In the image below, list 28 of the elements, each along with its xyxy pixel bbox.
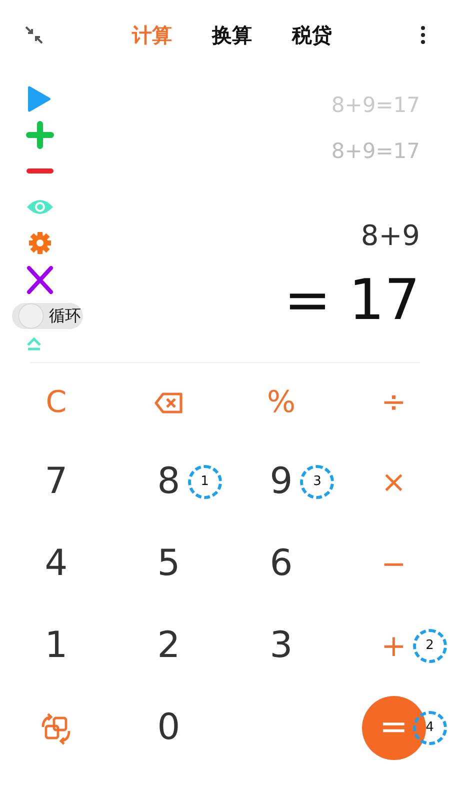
tap-point-marker[interactable]: 4 (412, 711, 447, 745)
tab[interactable]: 税贷 (280, 20, 344, 50)
gear-icon[interactable] (26, 229, 54, 257)
digit-key[interactable]: 0 (149, 708, 188, 748)
digit-key[interactable]: 8 (149, 462, 188, 502)
more-icon[interactable] (420, 25, 426, 45)
backspace-icon (154, 392, 184, 414)
loop-toggle[interactable]: 循环 (12, 303, 83, 329)
result: = 17 (284, 273, 420, 329)
expression: 8+9 (360, 218, 420, 254)
digit-key[interactable]: 4 (36, 544, 76, 584)
digit-key[interactable]: 6 (262, 544, 301, 584)
chevron-up-icon[interactable] (26, 337, 42, 351)
play-icon[interactable] (26, 85, 52, 113)
digit-key[interactable]: 2 (149, 626, 188, 666)
digit-key[interactable]: 3 (262, 626, 301, 666)
tab[interactable]: 换算 (200, 20, 264, 50)
digit-key[interactable]: 7 (36, 462, 76, 502)
close-icon[interactable] (26, 265, 54, 295)
digit-key[interactable]: 9 (262, 462, 301, 502)
tap-point-marker[interactable]: 2 (412, 629, 447, 663)
history-line: 8+9=17 (331, 138, 420, 164)
digit-key[interactable]: 1 (36, 626, 76, 666)
collapse-icon[interactable] (24, 25, 44, 45)
digit-key[interactable]: 5 (149, 544, 188, 584)
tap-point-marker[interactable]: 3 (300, 465, 334, 499)
plus-icon[interactable] (26, 121, 54, 149)
tap-point-marker[interactable]: 1 (188, 465, 222, 499)
